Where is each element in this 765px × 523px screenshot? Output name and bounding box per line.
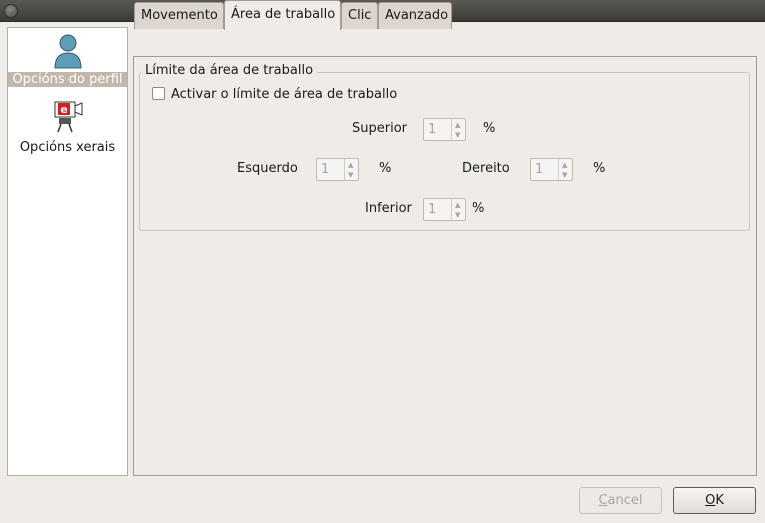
spin-down-icon[interactable]: ▼	[562, 171, 567, 179]
right-limit-unit: %	[593, 161, 606, 176]
spinbox-value: 1	[428, 122, 437, 137]
spin-up-icon[interactable]: ▲	[348, 161, 353, 169]
tab-label: Movemento	[141, 8, 218, 23]
left-limit-label: Esquerdo	[237, 161, 298, 176]
bottom-limit-unit: %	[472, 201, 485, 216]
right-limit-label: Dereito	[462, 161, 510, 176]
bottom-limit-spinbox[interactable]: 1 ▲ ▼	[423, 198, 466, 221]
svg-text:e: e	[60, 103, 67, 116]
ok-button-label: OK	[705, 493, 724, 508]
spin-up-icon[interactable]: ▲	[455, 121, 460, 129]
tab-advanced[interactable]: Avanzado	[378, 2, 452, 29]
top-limit-label: Superior	[352, 121, 407, 136]
enable-work-area-limit-row[interactable]: Activar o límite de área de traballo	[152, 87, 397, 102]
frame-title: Límite da área de traballo	[141, 63, 318, 78]
spin-down-icon[interactable]: ▼	[455, 131, 460, 139]
bottom-limit-label: Inferior	[365, 201, 412, 216]
top-limit-unit: %	[483, 121, 496, 136]
sidebar-item-general-options[interactable]: e Opcións xerais	[8, 100, 127, 155]
tab-work-area[interactable]: Área de traballo	[224, 0, 341, 30]
left-limit-unit: %	[379, 161, 392, 176]
tab-movement[interactable]: Movemento	[134, 2, 224, 29]
spin-up-icon[interactable]: ▲	[455, 201, 460, 209]
user-profile-icon	[53, 34, 82, 69]
right-limit-spinbox[interactable]: 1 ▲ ▼	[530, 158, 573, 181]
spinbox-value: 1	[428, 202, 437, 217]
ok-button[interactable]: OK	[673, 487, 756, 514]
spinbox-value: 1	[321, 162, 330, 177]
tab-click[interactable]: Clic	[341, 2, 378, 29]
spinbox-value: 1	[535, 162, 544, 177]
tab-label: Avanzado	[385, 8, 449, 23]
sidebar-item-label: Opcións do perfil	[8, 72, 127, 87]
tab-label: Clic	[348, 8, 372, 23]
projector-screen-icon: e	[54, 101, 82, 133]
left-limit-spinbox[interactable]: 1 ▲ ▼	[316, 158, 359, 181]
spin-up-icon[interactable]: ▲	[562, 161, 567, 169]
enable-work-area-limit-label: Activar o límite de área de traballo	[171, 87, 398, 102]
top-limit-spinbox[interactable]: 1 ▲ ▼	[423, 118, 466, 141]
sidebar-list: Opcións do perfil e Opcións xerais	[7, 27, 128, 476]
spin-down-icon[interactable]: ▼	[455, 211, 460, 219]
tab-label: Área de traballo	[231, 7, 336, 22]
sidebar-item-label: Opcións xerais	[19, 140, 116, 155]
cancel-button[interactable]: Cancel	[579, 487, 662, 514]
enable-work-area-limit-checkbox[interactable]	[152, 87, 165, 100]
sidebar-item-profile-options[interactable]: Opcións do perfil	[8, 32, 127, 87]
cancel-button-label: Cancel	[598, 493, 643, 508]
spin-down-icon[interactable]: ▼	[348, 171, 353, 179]
